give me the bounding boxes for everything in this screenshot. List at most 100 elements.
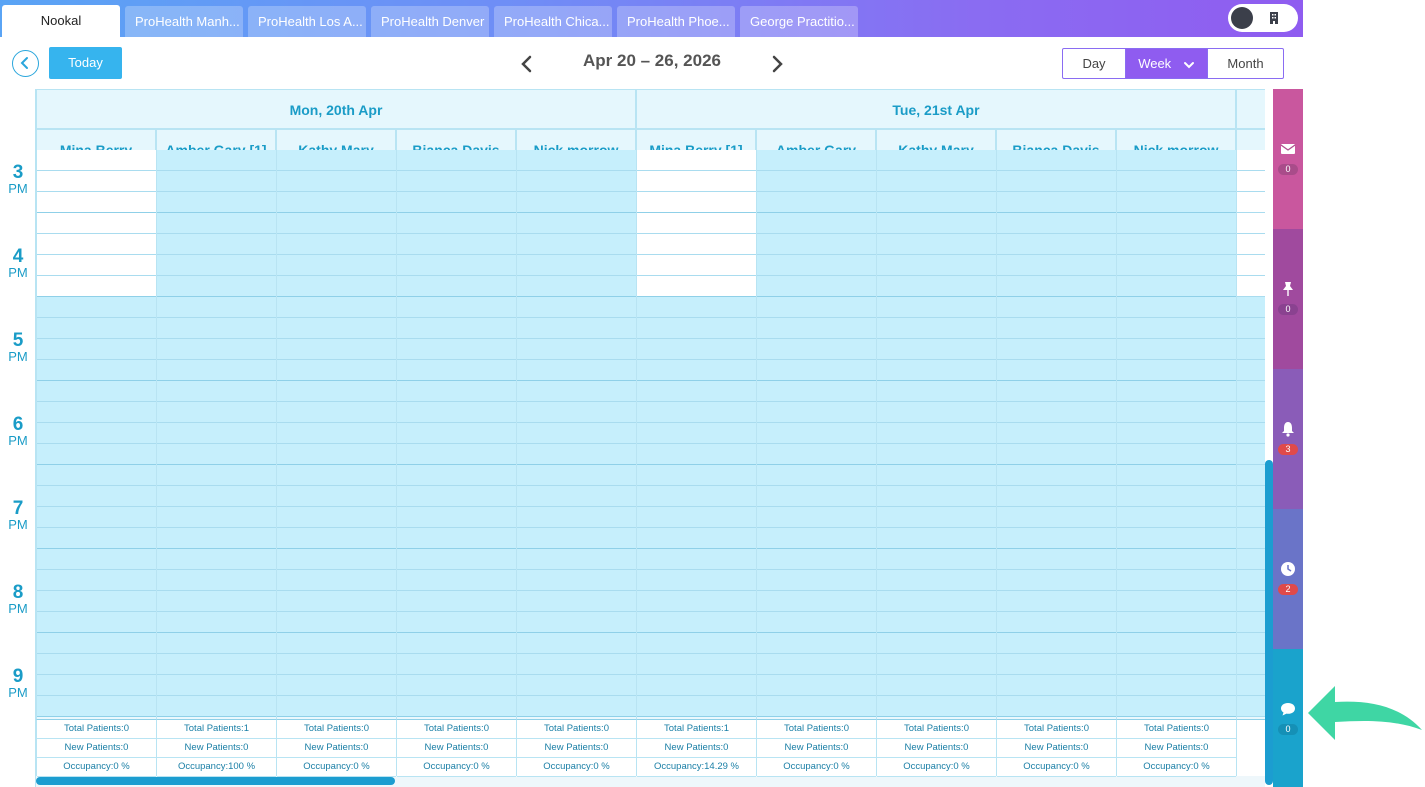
time-slot[interactable] — [157, 696, 276, 717]
time-slot[interactable] — [877, 444, 996, 465]
next-week-button[interactable] — [765, 52, 789, 76]
time-slot[interactable] — [1237, 318, 1265, 339]
time-slot[interactable] — [397, 339, 516, 360]
time-slot[interactable] — [1117, 675, 1236, 696]
rail-clock-button[interactable]: 2 — [1273, 509, 1303, 649]
time-slot[interactable] — [157, 171, 276, 192]
time-slot[interactable] — [997, 360, 1116, 381]
time-slot[interactable] — [877, 360, 996, 381]
time-slot[interactable] — [757, 465, 876, 486]
time-slot[interactable] — [877, 423, 996, 444]
time-slot[interactable] — [1237, 633, 1265, 654]
time-slot[interactable] — [1117, 612, 1236, 633]
time-slot[interactable] — [1117, 192, 1236, 213]
time-slot[interactable] — [157, 276, 276, 297]
time-slot[interactable] — [997, 339, 1116, 360]
time-slot[interactable] — [1117, 360, 1236, 381]
time-slot[interactable] — [397, 507, 516, 528]
time-slot[interactable] — [37, 654, 156, 675]
time-slot[interactable] — [517, 339, 636, 360]
time-slot[interactable] — [517, 402, 636, 423]
time-slot[interactable] — [637, 570, 756, 591]
time-slot[interactable] — [757, 675, 876, 696]
time-slot[interactable] — [1237, 339, 1265, 360]
time-slot[interactable] — [1237, 213, 1265, 234]
time-slot[interactable] — [997, 465, 1116, 486]
time-slot[interactable] — [397, 549, 516, 570]
time-slot[interactable] — [637, 297, 756, 318]
time-slot[interactable] — [517, 507, 636, 528]
time-slot[interactable] — [517, 234, 636, 255]
time-slot[interactable] — [397, 360, 516, 381]
time-slot[interactable] — [1237, 234, 1265, 255]
time-slot[interactable] — [37, 318, 156, 339]
time-slot[interactable] — [277, 696, 396, 717]
time-slot[interactable] — [997, 213, 1116, 234]
time-slot[interactable] — [517, 213, 636, 234]
time-slot[interactable] — [997, 171, 1116, 192]
time-slot[interactable] — [277, 465, 396, 486]
time-slot[interactable] — [877, 591, 996, 612]
time-slot[interactable] — [637, 423, 756, 444]
time-slot[interactable] — [997, 633, 1116, 654]
time-slot[interactable] — [1117, 297, 1236, 318]
time-slot[interactable] — [517, 318, 636, 339]
time-slot[interactable] — [277, 150, 396, 171]
time-slot[interactable] — [637, 318, 756, 339]
previous-week-button[interactable] — [515, 52, 539, 76]
time-slot[interactable] — [397, 234, 516, 255]
time-slot[interactable] — [637, 213, 756, 234]
time-slot[interactable] — [997, 318, 1116, 339]
time-slot[interactable] — [757, 255, 876, 276]
time-slot[interactable] — [157, 654, 276, 675]
time-slot[interactable] — [277, 612, 396, 633]
time-slot[interactable] — [157, 297, 276, 318]
time-slot[interactable] — [637, 528, 756, 549]
time-slot[interactable] — [997, 570, 1116, 591]
time-slot[interactable] — [517, 612, 636, 633]
time-slot[interactable] — [757, 654, 876, 675]
time-slot[interactable] — [37, 213, 156, 234]
time-slot[interactable] — [277, 633, 396, 654]
time-slot[interactable] — [517, 150, 636, 171]
time-slot[interactable] — [157, 213, 276, 234]
time-slot[interactable] — [757, 612, 876, 633]
view-month-button[interactable]: Month — [1207, 48, 1284, 79]
time-slot[interactable] — [1237, 486, 1265, 507]
time-slot[interactable] — [397, 465, 516, 486]
time-slot[interactable] — [517, 675, 636, 696]
time-slot[interactable] — [1237, 360, 1265, 381]
time-slot[interactable] — [397, 591, 516, 612]
time-slot[interactable] — [37, 696, 156, 717]
time-slot[interactable] — [757, 339, 876, 360]
time-slot[interactable] — [757, 360, 876, 381]
time-slot[interactable] — [877, 486, 996, 507]
time-slot[interactable] — [997, 444, 1116, 465]
time-slot[interactable] — [397, 213, 516, 234]
time-slot[interactable] — [517, 486, 636, 507]
time-slot[interactable] — [1117, 381, 1236, 402]
time-slot[interactable] — [877, 696, 996, 717]
time-slot[interactable] — [877, 612, 996, 633]
time-slot[interactable] — [877, 192, 996, 213]
time-slot[interactable] — [277, 171, 396, 192]
time-slot[interactable] — [277, 486, 396, 507]
time-slot[interactable] — [37, 150, 156, 171]
time-slot[interactable] — [397, 675, 516, 696]
time-slot[interactable] — [277, 381, 396, 402]
time-slot[interactable] — [37, 507, 156, 528]
time-slot[interactable] — [37, 633, 156, 654]
time-slot[interactable] — [997, 402, 1116, 423]
time-slot[interactable] — [637, 192, 756, 213]
time-slot[interactable] — [997, 150, 1116, 171]
time-slot[interactable] — [1237, 549, 1265, 570]
time-slot[interactable] — [757, 528, 876, 549]
time-slot[interactable] — [877, 507, 996, 528]
time-slot[interactable] — [997, 612, 1116, 633]
time-slot[interactable] — [757, 591, 876, 612]
time-slot[interactable] — [637, 339, 756, 360]
time-slot[interactable] — [877, 402, 996, 423]
time-slot[interactable] — [157, 234, 276, 255]
time-slot[interactable] — [637, 381, 756, 402]
time-slot[interactable] — [37, 276, 156, 297]
